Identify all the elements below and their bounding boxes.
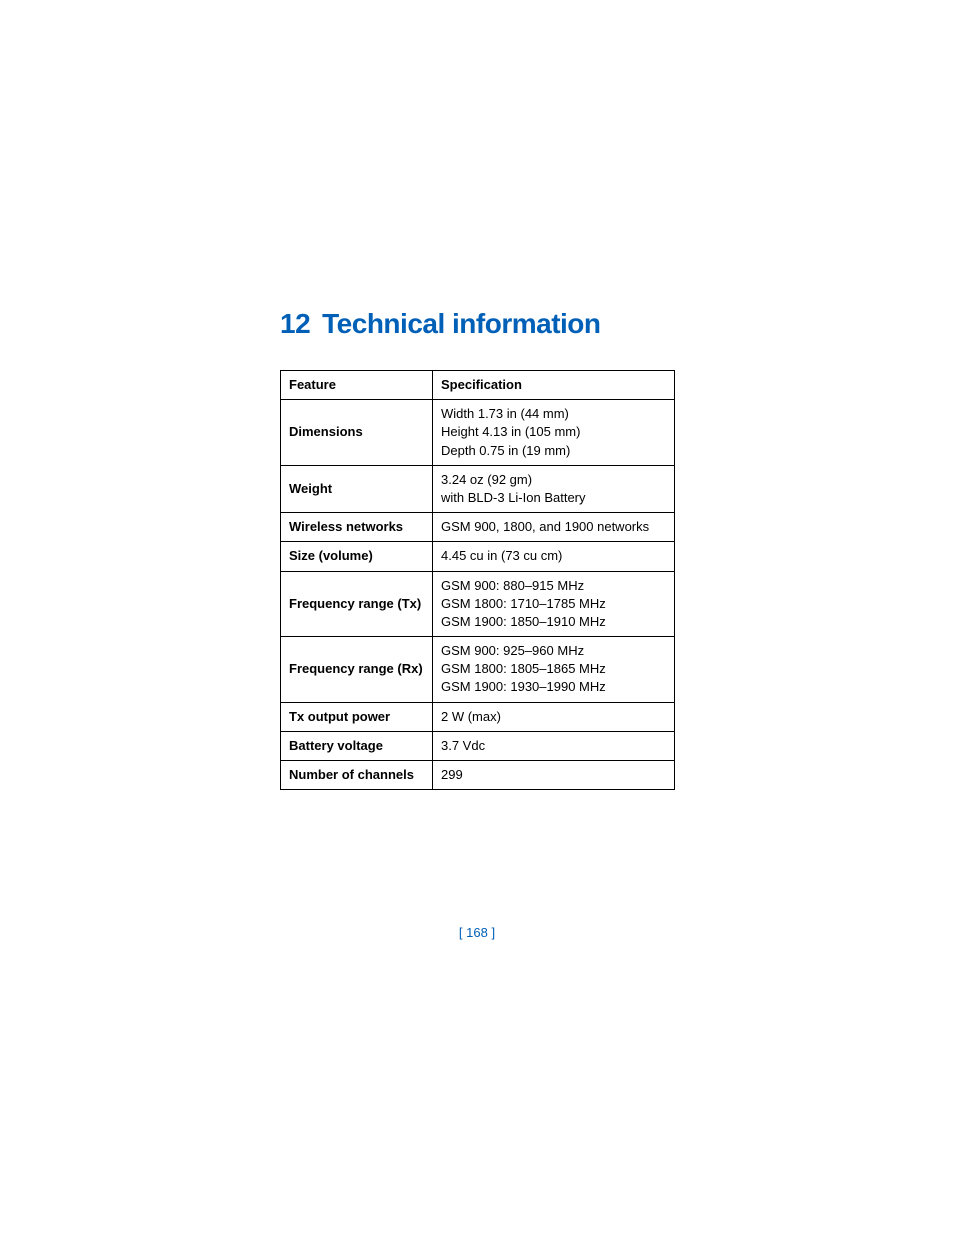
chapter-title: 12 Technical information [280,308,674,340]
header-feature: Feature [281,371,433,400]
table-row: Wireless networksGSM 900, 1800, and 1900… [281,513,675,542]
table-row: Frequency range (Rx)GSM 900: 925–960 MHz… [281,637,675,703]
table-row: DimensionsWidth 1.73 in (44 mm)Height 4.… [281,400,675,466]
spec-cell: 4.45 cu in (73 cu cm) [433,542,675,571]
spec-cell: GSM 900, 1800, and 1900 networks [433,513,675,542]
header-spec: Specification [433,371,675,400]
feature-cell: Battery voltage [281,731,433,760]
table-body: DimensionsWidth 1.73 in (44 mm)Height 4.… [281,400,675,790]
feature-cell: Dimensions [281,400,433,466]
chapter-number: 12 [280,308,310,339]
table-header-row: Feature Specification [281,371,675,400]
spec-cell: GSM 900: 925–960 MHzGSM 1800: 1805–1865 … [433,637,675,703]
spec-cell: 2 W (max) [433,702,675,731]
table-row: Battery voltage3.7 Vdc [281,731,675,760]
table-row: Frequency range (Tx)GSM 900: 880–915 MHz… [281,571,675,637]
feature-cell: Frequency range (Tx) [281,571,433,637]
table-row: Size (volume)4.45 cu in (73 cu cm) [281,542,675,571]
feature-cell: Number of channels [281,761,433,790]
spec-cell: GSM 900: 880–915 MHzGSM 1800: 1710–1785 … [433,571,675,637]
feature-cell: Frequency range (Rx) [281,637,433,703]
spec-cell: 3.7 Vdc [433,731,675,760]
spec-cell: 299 [433,761,675,790]
spec-cell: 3.24 oz (92 gm)with BLD-3 Li-Ion Battery [433,465,675,512]
feature-cell: Weight [281,465,433,512]
chapter-title-text: Technical information [322,308,600,339]
table-row: Weight3.24 oz (92 gm)with BLD-3 Li-Ion B… [281,465,675,512]
table-row: Tx output power2 W (max) [281,702,675,731]
page-number: [ 168 ] [0,925,954,940]
spec-cell: Width 1.73 in (44 mm)Height 4.13 in (105… [433,400,675,466]
feature-cell: Wireless networks [281,513,433,542]
feature-cell: Size (volume) [281,542,433,571]
specifications-table: Feature Specification DimensionsWidth 1.… [280,370,675,790]
table-row: Number of channels299 [281,761,675,790]
feature-cell: Tx output power [281,702,433,731]
